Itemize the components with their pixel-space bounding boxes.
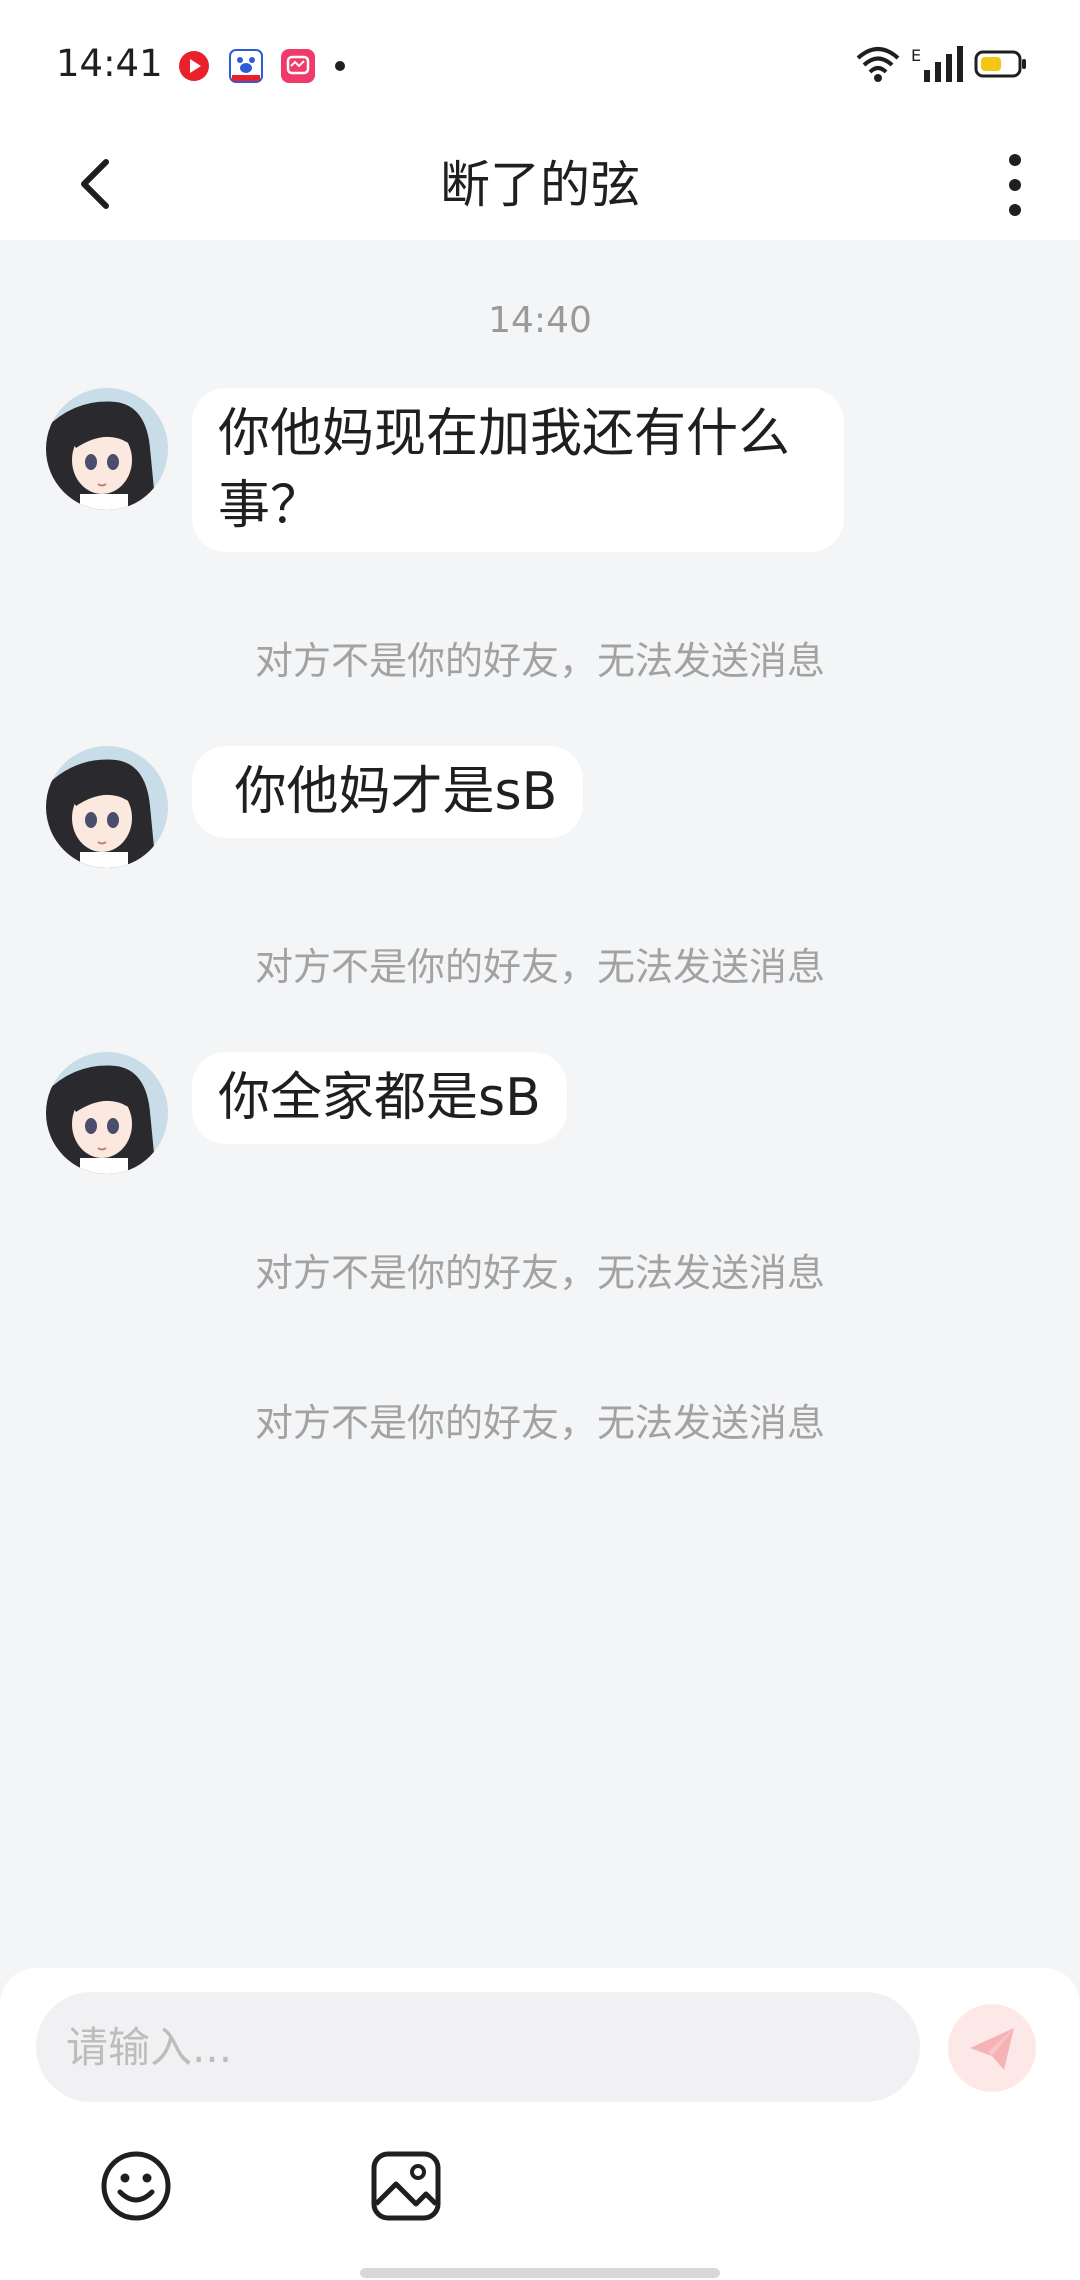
emoji-button[interactable] xyxy=(98,2148,174,2224)
message-bubble[interactable]: 你他妈才是sB xyxy=(192,746,584,838)
baidu-app-icon xyxy=(229,49,263,83)
network-type-label: E xyxy=(911,46,922,65)
image-icon xyxy=(371,2151,441,2221)
wifi-icon xyxy=(856,47,900,82)
contact-avatar[interactable] xyxy=(46,388,168,510)
message-timestamp: 14:40 xyxy=(488,300,592,341)
vertical-ellipsis-icon xyxy=(1009,154,1021,216)
status-bar: 14:41 E xyxy=(0,0,1080,130)
send-button[interactable] xyxy=(948,2004,1036,2092)
image-button[interactable] xyxy=(368,2148,444,2224)
emoji-icon xyxy=(101,2151,171,2221)
battery-icon xyxy=(974,50,1026,78)
system-notice: 对方不是你的好友，无法发送消息 xyxy=(254,1251,825,1295)
message-bubble[interactable]: 你他妈现在加我还有什么事？ xyxy=(192,388,844,552)
message-input[interactable] xyxy=(36,1992,920,2102)
chat-area[interactable]: 14:40 你他妈现在加我还有什么事？ 对方不是你的好友，无法发送消息 你他妈才… xyxy=(0,240,1080,1970)
status-time: 14:41 xyxy=(56,42,163,85)
top-nav-bar: 断了的弦 xyxy=(0,130,1080,240)
battery-level xyxy=(981,57,1001,71)
message-composer xyxy=(0,1968,1080,2280)
paper-plane-icon xyxy=(970,2028,1014,2070)
system-notice: 对方不是你的好友，无法发送消息 xyxy=(254,945,825,989)
message-bubble[interactable]: 你全家都是sB xyxy=(192,1052,567,1144)
back-button[interactable] xyxy=(70,144,150,224)
system-notice: 对方不是你的好友，无法发送消息 xyxy=(254,1401,825,1445)
contact-avatar[interactable] xyxy=(46,1052,168,1174)
contact-avatar[interactable] xyxy=(46,746,168,868)
photo-app-icon xyxy=(281,49,315,83)
video-app-icon xyxy=(179,51,209,81)
chevron-left-icon xyxy=(81,159,109,209)
signal-icon xyxy=(924,46,963,82)
home-indicator[interactable] xyxy=(360,2268,720,2278)
system-notice: 对方不是你的好友，无法发送消息 xyxy=(254,639,825,683)
more-menu-button[interactable] xyxy=(990,142,1040,228)
page-title: 断了的弦 xyxy=(440,156,640,214)
notification-dot xyxy=(335,61,345,71)
